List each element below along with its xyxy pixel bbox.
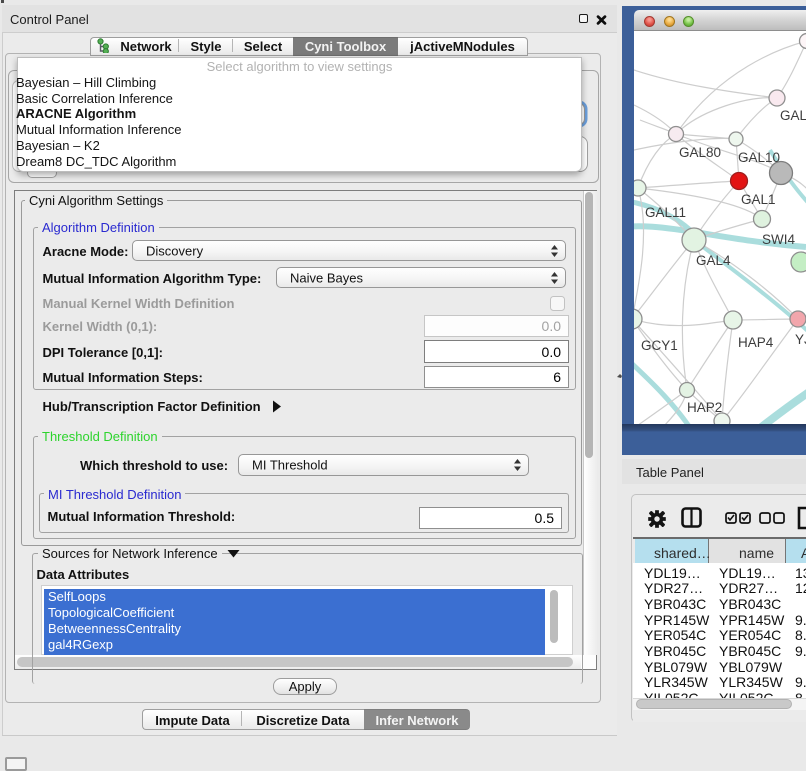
svg-text:HAP4: HAP4 <box>738 335 774 350</box>
svg-text:HAP2: HAP2 <box>687 400 722 415</box>
svg-text:GAL4: GAL4 <box>696 253 731 268</box>
svg-text:YJL: YJL <box>795 332 806 347</box>
svg-text:GAL11: GAL11 <box>645 205 686 220</box>
svg-text:GAL7: GAL7 <box>780 108 806 123</box>
svg-text:GCY1: GCY1 <box>641 338 678 353</box>
svg-text:GAL10: GAL10 <box>738 150 780 165</box>
svg-text:GAL1: GAL1 <box>741 192 776 207</box>
svg-text:SWI4: SWI4 <box>762 232 795 247</box>
svg-text:GAL80: GAL80 <box>679 145 721 160</box>
